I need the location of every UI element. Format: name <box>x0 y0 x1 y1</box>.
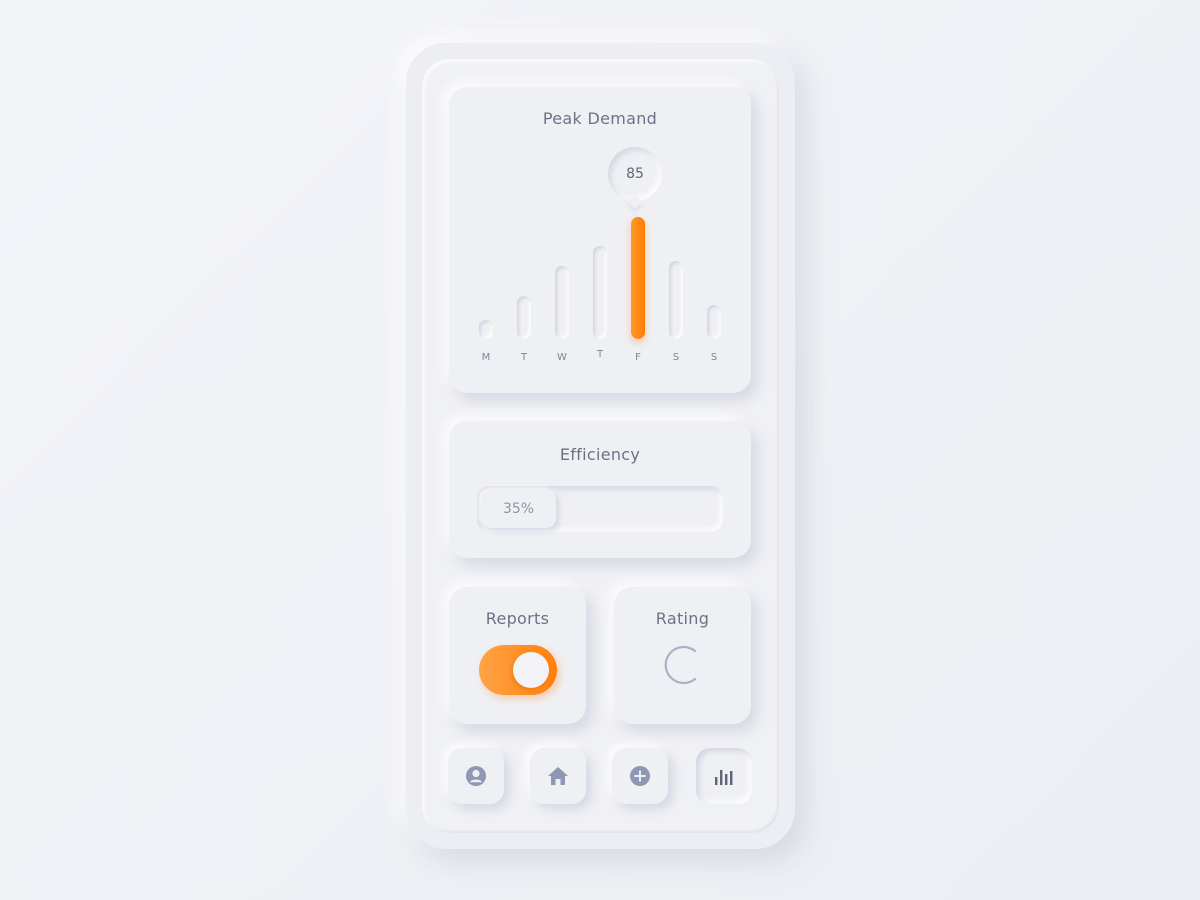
day-label: S <box>710 352 718 363</box>
rating-card: Rating <box>614 587 751 724</box>
efficiency-title: Efficiency <box>559 445 641 464</box>
efficiency-value-label: 35% <box>502 501 535 517</box>
home-icon <box>548 767 568 785</box>
plus-circle-icon <box>630 766 650 786</box>
day-label: M <box>481 352 491 363</box>
day-label: W <box>557 352 567 363</box>
nav-add-button[interactable] <box>612 748 668 804</box>
peak-demand-title: Peak Demand <box>542 109 658 128</box>
peak-demand-card: Peak Demand 85 M T W T F S S <box>449 87 751 393</box>
bar-3[interactable] <box>593 245 607 339</box>
bar-2[interactable] <box>555 265 569 339</box>
peak-value-bubble: 85 <box>608 147 662 201</box>
nav-stats-button[interactable] <box>696 748 752 804</box>
toggle-knob <box>513 652 549 688</box>
day-label: T <box>520 352 528 363</box>
day-label: T <box>596 349 604 360</box>
peak-value-label: 85 <box>626 166 644 182</box>
bar-1[interactable] <box>517 295 531 339</box>
efficiency-progress-track[interactable]: 35% <box>477 486 723 532</box>
day-label: F <box>635 352 641 363</box>
user-circle-icon <box>466 766 486 786</box>
bar-0[interactable] <box>479 320 493 339</box>
rating-title: Rating <box>655 609 710 628</box>
reports-toggle[interactable] <box>479 645 557 695</box>
loading-arc-icon <box>664 645 697 685</box>
nav-profile-button[interactable] <box>448 748 504 804</box>
efficiency-card: Efficiency 35% <box>449 421 751 558</box>
bar-4[interactable] <box>631 217 645 339</box>
nav-home-button[interactable] <box>530 748 586 804</box>
day-label: S <box>672 352 680 363</box>
bar-chart-icon <box>715 770 733 785</box>
bar-6[interactable] <box>707 304 721 339</box>
reports-card: Reports <box>449 587 586 724</box>
reports-title: Reports <box>485 609 550 628</box>
bar-5[interactable] <box>669 261 683 339</box>
efficiency-progress-fill: 35% <box>481 490 556 528</box>
